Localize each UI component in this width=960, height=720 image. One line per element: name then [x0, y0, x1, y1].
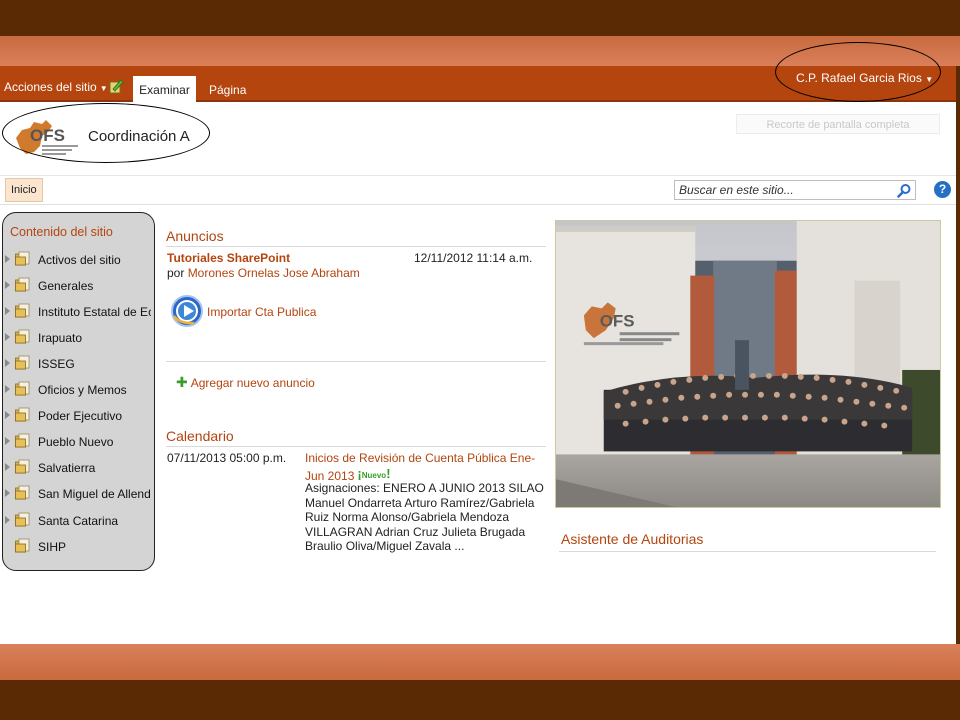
sidebar-item-label: SIHP — [38, 540, 67, 554]
folder-icon — [15, 459, 30, 474]
calendar-event-description: Asignaciones: ENERO A JUNIO 2013 SILAO M… — [305, 481, 544, 553]
folder-icon — [15, 512, 30, 527]
divider — [166, 361, 546, 362]
site-contents-heading[interactable]: Contenido del sitio — [10, 225, 113, 239]
add-announcement-link[interactable]: ✚ Agregar nuevo anuncio — [176, 374, 315, 391]
slide-frame-right — [956, 66, 960, 644]
tab-page[interactable]: Página — [209, 83, 246, 97]
calendar-title[interactable]: Calendario — [166, 428, 234, 444]
sidebar-item-label: Activos del sitio — [38, 253, 121, 267]
divider — [166, 446, 546, 447]
expand-arrow-icon[interactable] — [5, 437, 10, 445]
new-badge-label: Nuevo — [361, 471, 387, 480]
expand-arrow-icon[interactable] — [5, 411, 10, 419]
divider — [559, 551, 936, 552]
announcement-title[interactable]: Tutoriales SharePoint — [167, 251, 290, 265]
tab-browse[interactable]: Examinar — [133, 76, 196, 102]
folder-icon — [15, 355, 30, 370]
media-player-icon[interactable] — [170, 294, 204, 328]
edit-page-icon[interactable] — [108, 78, 124, 94]
author-link[interactable]: Morones Ornelas Jose Abraham — [188, 266, 360, 280]
event-title-text: Inicios de Revisión de Cuenta Pública En… — [305, 451, 536, 483]
site-actions-menu[interactable]: Acciones del sitio ▼ — [4, 80, 108, 94]
announcement-byline: por Morones Ornelas Jose Abraham — [167, 266, 360, 280]
auditor-assistant-title[interactable]: Asistente de Auditorias — [561, 531, 703, 547]
expand-arrow-icon[interactable] — [5, 281, 10, 289]
folder-icon — [15, 407, 30, 422]
sidebar-item[interactable]: Poder Ejecutivo — [3, 405, 151, 425]
media-link[interactable]: Importar Cta Publica — [207, 305, 316, 319]
sidebar-item[interactable]: SIHP — [3, 536, 151, 556]
sidebar-item[interactable]: Oficios y Memos — [3, 379, 151, 399]
search-input[interactable] — [675, 181, 889, 199]
sidebar-item-label: Poder Ejecutivo — [38, 409, 123, 423]
expand-arrow-icon[interactable] — [5, 255, 10, 263]
site-actions-label: Acciones del sitio — [4, 80, 97, 94]
group-photo: OFS — [555, 220, 941, 508]
sidebar-item-label: Salvatierra — [38, 461, 96, 475]
sidebar-item[interactable]: San Miguel de Allende — [3, 483, 151, 503]
sidebar-item[interactable]: Irapuato — [3, 327, 151, 347]
folder-icon — [15, 277, 30, 292]
expand-arrow-icon[interactable] — [5, 463, 10, 471]
expand-arrow-icon[interactable] — [5, 359, 10, 367]
divider — [166, 246, 546, 247]
sidebar-item[interactable]: Activos del sitio — [3, 249, 151, 269]
sidebar-item[interactable]: Instituto Estatal de Ec — [3, 301, 151, 321]
sidebar-item[interactable]: Salvatierra — [3, 457, 151, 477]
nav-home-link[interactable]: Inicio — [5, 178, 43, 202]
chevron-down-icon: ▼ — [99, 84, 108, 93]
expand-arrow-icon[interactable] — [5, 333, 10, 341]
sidebar-item-label: Irapuato — [38, 331, 83, 345]
expand-arrow-icon[interactable] — [5, 385, 10, 393]
folder-icon — [15, 433, 30, 448]
calendar-event-date: 07/11/2013 05:00 p.m. — [167, 451, 287, 465]
expand-arrow-icon[interactable] — [5, 516, 10, 524]
expand-arrow-icon[interactable] — [5, 489, 10, 497]
folder-icon — [15, 329, 30, 344]
folder-icon — [15, 485, 30, 500]
quick-launch: Contenido del sitio Activos del sitio Gen… — [2, 212, 155, 571]
folder-icon — [15, 251, 30, 266]
folder-icon — [15, 303, 30, 318]
sidebar-item-label: San Miguel de Allende — [38, 487, 151, 501]
sidebar-item[interactable]: Santa Catarina — [3, 510, 151, 530]
svg-text:OFS: OFS — [600, 311, 635, 330]
sidebar-item[interactable]: ISSEG — [3, 353, 151, 373]
sidebar-item-label: Pueblo Nuevo — [38, 435, 114, 449]
calendar-event-title[interactable]: Inicios de Revisión de Cuenta Pública En… — [305, 451, 550, 484]
folder-icon — [15, 381, 30, 396]
search-box — [674, 180, 916, 200]
search-icon[interactable] — [896, 183, 912, 198]
plus-icon: ✚ — [176, 374, 188, 390]
slide-frame-bottom — [0, 680, 960, 720]
highlight-oval-logo — [2, 103, 210, 163]
slide-frame-band-bottom — [0, 644, 960, 680]
help-icon[interactable]: ? — [934, 181, 951, 198]
new-badge: ¡Nuevo! — [357, 466, 391, 481]
announcement-date: 12/11/2012 11:14 a.m. — [414, 251, 533, 265]
highlight-oval-user — [775, 42, 941, 102]
add-announcement-label: Agregar nuevo anuncio — [190, 376, 315, 390]
sidebar-item-label: Generales — [38, 279, 94, 293]
sidebar-item-label: ISSEG — [38, 357, 75, 371]
fullscreen-button[interactable]: Recorte de pantalla completa — [736, 114, 940, 134]
slide-frame-top — [0, 0, 960, 36]
sidebar-item[interactable]: Generales — [3, 275, 151, 295]
sidebar-item[interactable]: Pueblo Nuevo — [3, 431, 151, 451]
byline-prefix: por — [167, 266, 185, 280]
expand-arrow-icon[interactable] — [5, 307, 10, 315]
folder-icon — [15, 538, 30, 553]
sidebar-item-label: Instituto Estatal de Ec — [38, 305, 151, 319]
sidebar-item-label: Oficios y Memos — [38, 383, 127, 397]
sidebar-item-label: Santa Catarina — [38, 514, 119, 528]
announcements-title[interactable]: Anuncios — [166, 228, 224, 244]
